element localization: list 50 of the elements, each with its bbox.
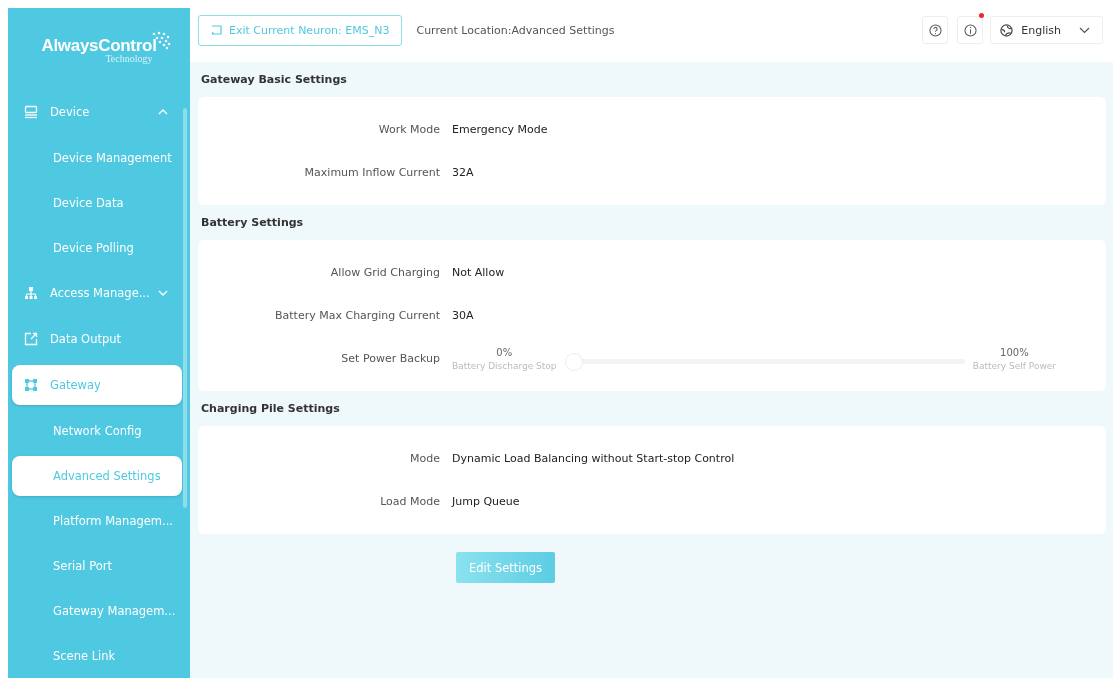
help-button[interactable]	[922, 16, 949, 44]
sidebar-item[interactable]: Gateway	[12, 365, 182, 405]
slider-min-value: 0%	[496, 346, 513, 358]
sidebar-item[interactable]: Data Output	[12, 319, 182, 359]
logo-subtitle: Technology	[105, 53, 153, 64]
chevron-down-icon	[1079, 26, 1090, 34]
field-label: Battery Max Charging Current	[274, 309, 441, 322]
sidebar-item[interactable]: Access Manage...	[12, 273, 182, 313]
sidebar-item[interactable]: Device	[12, 92, 182, 132]
logo-text: AlwaysControl	[41, 36, 157, 56]
return-icon	[211, 25, 222, 35]
sidebar-subitem[interactable]: Device Data	[12, 182, 182, 223]
field-value: Not Allow	[452, 266, 505, 279]
slider-max-caption: Battery Self Power	[972, 360, 1056, 371]
field-value: Emergency Mode	[452, 123, 548, 136]
edit-settings-button[interactable]: Edit Settings	[456, 552, 556, 583]
exit-button[interactable]: Exit Current Neuron: EMS_N3	[198, 14, 403, 46]
globe-icon	[1000, 23, 1014, 37]
info-icon	[963, 23, 977, 37]
slider-min-caption: Battery Discharge Stop	[452, 360, 557, 371]
field-label: Maximum Inflow Current	[303, 166, 441, 179]
field-value: 30A	[452, 309, 474, 322]
monitor-icon	[24, 105, 38, 119]
section-title: Gateway Basic Settings	[200, 72, 348, 88]
help-icon	[928, 23, 942, 37]
sidebar-subitem[interactable]: Platform Managem...	[12, 500, 182, 541]
sidebar-subitem[interactable]: Device Management	[12, 137, 182, 178]
network-icon	[24, 286, 38, 300]
sidebar-subitem[interactable]: Serial Port	[12, 545, 182, 586]
sidebar-subitem[interactable]: Device Polling	[12, 227, 182, 268]
field-label: Work Mode	[377, 123, 441, 136]
field-value: 32A	[452, 166, 474, 179]
language-select[interactable]: English	[990, 16, 1103, 44]
sidebar-subitem[interactable]: Scene Link	[12, 635, 182, 676]
section-title: Charging Pile Settings	[200, 401, 341, 417]
frame-icon	[24, 378, 38, 392]
field-label: Load Mode	[379, 495, 441, 508]
sidebar-subitem[interactable]: Gateway Managem...	[12, 590, 182, 631]
field-label: Mode	[409, 452, 441, 465]
field-value: Jump Queue	[452, 495, 520, 508]
sidebar-subitem[interactable]: Network Config	[12, 410, 182, 451]
info-button[interactable]	[957, 16, 984, 44]
field-label: Allow Grid Charging	[329, 266, 441, 279]
field-value: Dynamic Load Balancing without Start-stop Control	[452, 452, 735, 465]
export-icon	[24, 332, 38, 346]
current-location: Current Location:Advanced Settings	[416, 23, 615, 37]
slider-max-value: 100%	[1000, 346, 1029, 358]
section-title: Battery Settings	[200, 215, 305, 231]
sidebar-subitem[interactable]: Advanced Settings	[12, 455, 182, 496]
field-label: Set Power Backup	[340, 352, 441, 365]
